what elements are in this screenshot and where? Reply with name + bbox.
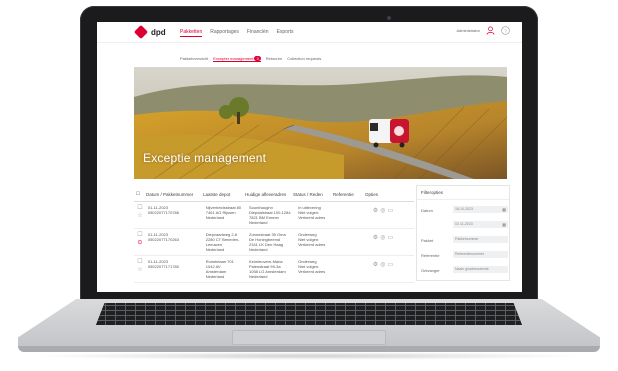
date-cell: 01-11-2023 05022077170263 [146, 229, 204, 255]
reference-input[interactable]: Referentienummer [453, 251, 508, 258]
date-from-field[interactable]: 18-10-2023 ▦ [453, 206, 508, 213]
hero-banner: Exceptie management [134, 67, 507, 179]
edit-icon[interactable]: ⚙ [373, 235, 378, 241]
hero-title: Exceptie management [143, 151, 267, 165]
date-cell: 01-11-2023 05022077170786 [146, 202, 204, 228]
parcel-number[interactable]: 05022077171780 [148, 264, 179, 269]
alert-icon[interactable]: ⊙ [137, 240, 142, 246]
status-cell: In uitlevering Niet volgen: Verkeerd adr… [298, 205, 326, 220]
subnav-label: Excepter management [213, 56, 254, 61]
recipient-input[interactable]: Naam geadresseerde [453, 266, 508, 273]
nav-item-exports[interactable]: Exports [277, 29, 294, 37]
reference-cell [337, 229, 370, 255]
help-icon[interactable]: ? [501, 26, 510, 35]
message-icon[interactable]: ▭ [387, 235, 393, 241]
pin-icon[interactable]: ◎ [380, 262, 385, 268]
date-cell: 01-11-2023 05022077171780 [146, 256, 204, 282]
user-area: Administrator ? [456, 26, 510, 35]
row-icons: ☐ ☆ [134, 256, 146, 282]
options-cell: ⚙ ◎ ▭ [371, 229, 414, 255]
calendar-icon[interactable]: ▦ [502, 206, 506, 213]
table-header: ☐ Datum / Pakketnummer Laatste depot Hui… [134, 187, 414, 202]
trackpad [232, 330, 386, 345]
subnav-item-pakketoverzicht[interactable]: Pakketoverzicht [180, 56, 208, 62]
checkbox-icon[interactable]: ☐ [137, 259, 142, 265]
row-icons: ☐ ☆ [134, 202, 146, 228]
notification-badge: 3 [254, 56, 261, 61]
options-cell: ⚙ ◎ ▭ [371, 202, 414, 228]
date-from-value: 18-10-2023 [455, 207, 473, 211]
parcel-number[interactable]: 05022077170786 [148, 210, 179, 215]
depot-cell: Diepvaartweg 2-6 2280 CT Beneden-Leeuwen… [205, 232, 240, 252]
depot-cell: Ruimtelaan 701 1042 AV Amsterdam Nederla… [205, 259, 234, 279]
user-name: Administrator [456, 28, 480, 33]
nav-item-pakketten[interactable]: Pakketten [180, 29, 203, 37]
star-icon[interactable]: ☆ [137, 213, 142, 219]
filter-title: Filteropties [417, 186, 509, 200]
depot-cell: Nijverheidsstraat 80 7461 AG Rijssen Ned… [205, 205, 242, 220]
col-header-date[interactable]: Datum / Pakketnummer [144, 192, 201, 197]
keyboard-rows [96, 303, 522, 325]
laptop-screen: dpd Pakketten Rapportages Financiën Expo… [97, 22, 522, 292]
col-header-depot[interactable]: Laatste depot [201, 192, 243, 197]
table-row[interactable]: ☐ ☆ 01-11-2023 05022077171780 Ruimtelaan … [134, 256, 414, 283]
parcel-number-input[interactable]: Pakketnummer [453, 236, 508, 243]
pin-icon[interactable]: ◎ [380, 208, 385, 214]
nav-item-financien[interactable]: Financiën [247, 29, 269, 37]
calendar-icon[interactable]: ▦ [502, 221, 506, 228]
date-to-field[interactable]: 02-11-2023 ▦ [453, 221, 508, 228]
edit-icon[interactable]: ⚙ [373, 262, 378, 268]
main-nav: Pakketten Rapportages Financiën Exports [180, 29, 294, 37]
top-navigation: dpd Pakketten Rapportages Financiën Expo… [97, 22, 522, 43]
table-row[interactable]: ☐ ⊙ 01-11-2023 05022077170263 Diepvaartwe… [134, 229, 414, 256]
dpd-cube-icon [133, 24, 149, 40]
recipient-filter-label: Ontvanger [421, 268, 440, 273]
address-cell: Sounthaughn Diepdalstraat 100-1284 7821 … [249, 205, 291, 225]
col-header-options: Opties [365, 191, 379, 197]
options-cell: ⚙ ◎ ▭ [371, 256, 414, 282]
checkbox-icon[interactable]: ☐ [137, 232, 142, 238]
laptop-shadow [30, 352, 588, 360]
subnav-item-retouren[interactable]: Retouren [266, 56, 282, 62]
select-col-header: ☐ [136, 191, 141, 196]
pin-icon[interactable]: ◎ [380, 235, 385, 241]
address-cell: Keimleuvern-Maria Palenstraat 59-3a 1058… [249, 259, 286, 279]
sub-navigation: Pakketoverzicht Excepter management 3 Ret… [180, 56, 321, 62]
parcel-filter-label: Pakket [421, 238, 434, 243]
subnav-item-exception-management[interactable]: Excepter management 3 [213, 56, 261, 62]
checkbox-icon[interactable]: ☐ [137, 205, 142, 211]
col-header-address[interactable]: Huidige afleveradres [243, 192, 291, 197]
table-row[interactable]: ☐ ☆ 01-11-2023 05022077170786 Nijverheids… [134, 202, 414, 229]
svg-text:?: ? [504, 28, 507, 33]
star-icon[interactable]: ☆ [137, 267, 142, 273]
nav-item-rapportages[interactable]: Rapportages [210, 29, 239, 37]
date-filter-label: Datum [421, 208, 433, 213]
status-cell: Onderweg Niet volgen: Verkeerd adres [298, 232, 326, 247]
message-icon[interactable]: ▭ [387, 262, 393, 268]
date-to-value: 02-11-2023 [455, 222, 473, 226]
filter-panel: Filteropties Datum 18-10-2023 ▦ 02-11-202… [416, 185, 510, 281]
logo-text: dpd [151, 27, 166, 37]
edit-icon[interactable]: ⚙ [373, 208, 378, 214]
camera [387, 16, 391, 20]
reference-cell [337, 256, 370, 282]
col-header-status[interactable]: Status / Reden [291, 192, 331, 197]
user-icon[interactable] [486, 26, 495, 35]
dpd-logo[interactable]: dpd [133, 24, 166, 40]
subnav-item-collection-requests[interactable]: Collection requests [287, 56, 321, 62]
col-header-reference[interactable]: Referentie [331, 192, 363, 197]
parcel-number[interactable]: 05022077170263 [148, 237, 179, 242]
reference-filter-label: Referentie [421, 253, 440, 258]
row-icons: ☐ ⊙ [134, 229, 146, 255]
status-cell: Onderweg Niet volgen: Verkeerd adres [298, 259, 326, 274]
address-cell: Zonnestraat 39 Oma De Honingbeemd 2341 L… [249, 232, 286, 252]
reference-cell [337, 202, 370, 228]
message-icon[interactable]: ▭ [387, 208, 393, 214]
